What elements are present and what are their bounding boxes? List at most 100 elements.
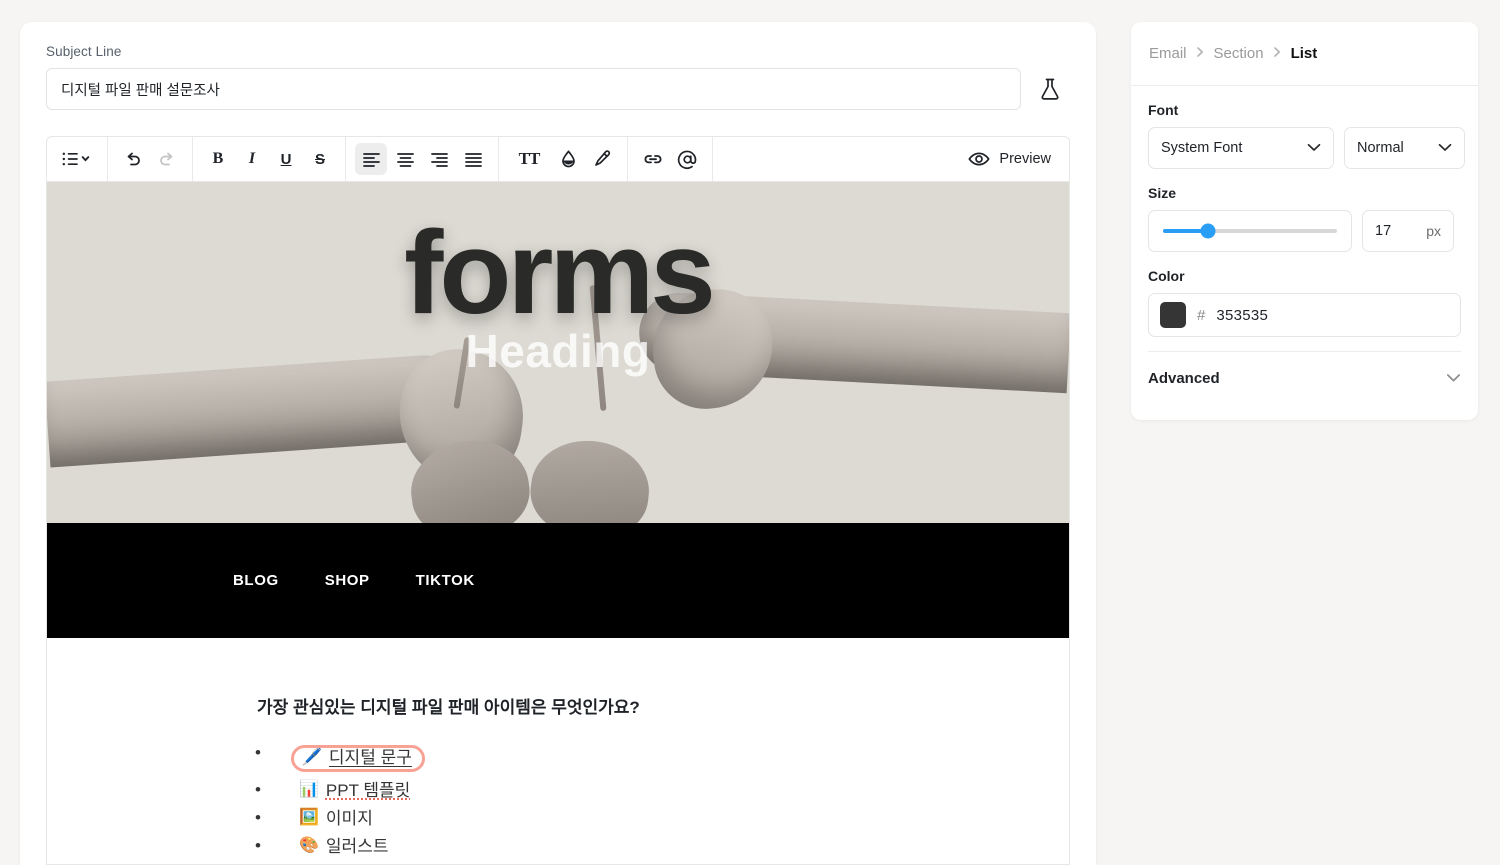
link-icon[interactable] [637,143,669,175]
redo-icon[interactable] [151,143,183,175]
garment-cup-right [526,435,654,523]
nav-link-tiktok[interactable]: TIKTOK [416,572,475,589]
hero-title: forms [404,207,716,339]
bold-button[interactable]: B [202,143,234,175]
chevron-down-icon [1446,370,1461,387]
font-size-button[interactable]: TT [508,143,550,175]
list-item[interactable]: 📊 PPT 템플릿 [255,777,1069,805]
chevron-down-icon [1438,140,1452,156]
preview-label: Preview [999,151,1051,167]
subject-line-block: Subject Line [20,22,1096,110]
at-mention-icon[interactable] [671,143,703,175]
subject-line-input[interactable] [46,68,1021,110]
font-weight-value: Normal [1357,140,1404,156]
bullet-list-icon[interactable] [56,143,98,175]
breadcrumb: Email Section List [1131,22,1478,86]
align-center-icon[interactable] [389,143,421,175]
palette-emoji-icon: 🎨 [299,837,319,855]
style-settings-panel: Email Section List Font System Font Norm… [1131,22,1478,420]
italic-button[interactable]: I [236,143,268,175]
font-size-unit: px [1426,223,1441,239]
breadcrumb-item-section[interactable]: Section [1214,45,1264,62]
app-root: Subject Line 디지털 파일 판매 설문조사 B I U S TT P… [0,0,1500,865]
toolbar-group-format: B I U S [193,137,346,181]
list-item-wrapper[interactable]: 🖼️ 이미지 [299,808,373,828]
color-section-label: Color [1148,268,1185,284]
breadcrumb-item-email[interactable]: Email [1149,45,1187,62]
droplet-icon[interactable] [552,143,584,175]
rich-text-toolbar: B I U S TT Preview [46,136,1070,182]
garment-cup-left [404,433,536,523]
advanced-section-toggle[interactable]: Advanced [1148,352,1461,404]
nav-link-shop[interactable]: SHOP [325,572,370,589]
chevron-right-icon [1273,46,1282,61]
font-size-label: TT [518,149,541,168]
underline-label: U [280,150,292,168]
toolbar-group-insert [628,137,713,181]
list-item-label: 디지털 문구 [328,748,412,767]
color-hex-value[interactable]: 353535 [1216,307,1268,324]
flask-icon[interactable] [1033,72,1067,106]
highlighter-pen-icon[interactable] [586,143,618,175]
font-family-select[interactable]: System Font [1148,127,1334,169]
toolbar-group-text-style: TT [499,137,628,181]
align-right-icon[interactable] [423,143,455,175]
toolbar-group-history [108,137,193,181]
list-item-label: PPT 템플릿 [325,780,411,800]
underline-button[interactable]: U [270,143,302,175]
email-preview-body: forms Heading BLOG SHOP TIKTOK 가장 관심있는 디… [46,182,1070,865]
hero-garment [399,284,699,523]
toolbar-group-list [47,137,108,181]
email-content-area: 가장 관심있는 디지털 파일 판매 아이템은 무엇인가요? 🖊️ 디지털 문구 … [47,638,1069,864]
undo-icon[interactable] [117,143,149,175]
email-navbar: BLOG SHOP TIKTOK [47,523,1069,638]
list-item-label: 일러스트 [325,836,389,856]
advanced-label: Advanced [1148,369,1220,387]
font-weight-select[interactable]: Normal [1344,127,1465,169]
subject-line-label: Subject Line [46,44,122,59]
list-item[interactable]: 🎨 일러스트 [255,833,1069,861]
bar-chart-emoji-icon: 📊 [299,781,319,799]
toolbar-group-preview: Preview [713,137,1069,181]
font-family-value: System Font [1161,140,1243,156]
chevron-right-icon [1196,46,1205,61]
color-swatch[interactable] [1160,302,1186,328]
picture-emoji-icon: 🖼️ [299,809,319,827]
slider-thumb[interactable] [1200,223,1216,239]
question-heading[interactable]: 가장 관심있는 디지털 파일 판매 아이템은 무엇인가요? [257,693,1069,718]
list-item-wrapper[interactable]: 🎨 일러스트 [299,836,389,856]
strikethrough-button[interactable]: S [304,143,336,175]
size-section-label: Size [1148,185,1177,201]
list-item-wrapper[interactable]: 📊 PPT 템플릿 [299,780,411,800]
color-picker-field[interactable]: # 353535 [1148,293,1461,337]
chevron-down-icon [1307,140,1321,156]
list-item[interactable]: 🖊️ 디지털 문구 [255,740,1069,777]
strikethrough-label: S [314,150,325,168]
hash-symbol: # [1197,306,1206,324]
pen-emoji-icon: 🖊️ [302,748,322,766]
slider-track[interactable] [1163,223,1337,239]
email-editor-card: Subject Line 디지털 파일 판매 설문조사 B I U S TT P… [20,22,1096,865]
list-item[interactable]: 🖼️ 이미지 [255,805,1069,833]
size-row: 17 px [1148,210,1461,252]
align-justify-icon[interactable] [457,143,489,175]
bold-label: B [212,150,224,167]
preview-button[interactable]: Preview [966,147,1053,171]
answer-list: 🖊️ 디지털 문구 📊 PPT 템플릿 🖼️ 이미지 [207,740,1069,860]
hero-subtitle: Heading [465,325,651,377]
font-size-value: 17 [1375,223,1392,239]
eye-icon [968,151,991,167]
list-item-label: 이미지 [325,808,373,828]
breadcrumb-item-list[interactable]: List [1291,45,1318,62]
list-item-selected-wrapper[interactable]: 🖊️ 디지털 문구 [291,745,425,772]
font-section-label: Font [1148,102,1179,118]
toolbar-group-align [346,137,499,181]
italic-label: I [248,150,256,167]
hero-banner-image[interactable]: forms Heading [47,182,1069,523]
nav-link-blog[interactable]: BLOG [233,572,279,589]
panel-body: Font System Font Normal Size 17 px Color… [1131,86,1478,404]
font-size-input[interactable]: 17 px [1362,210,1454,252]
font-size-slider[interactable] [1148,210,1352,252]
align-left-icon[interactable] [355,143,387,175]
subject-line-row [46,68,1070,110]
